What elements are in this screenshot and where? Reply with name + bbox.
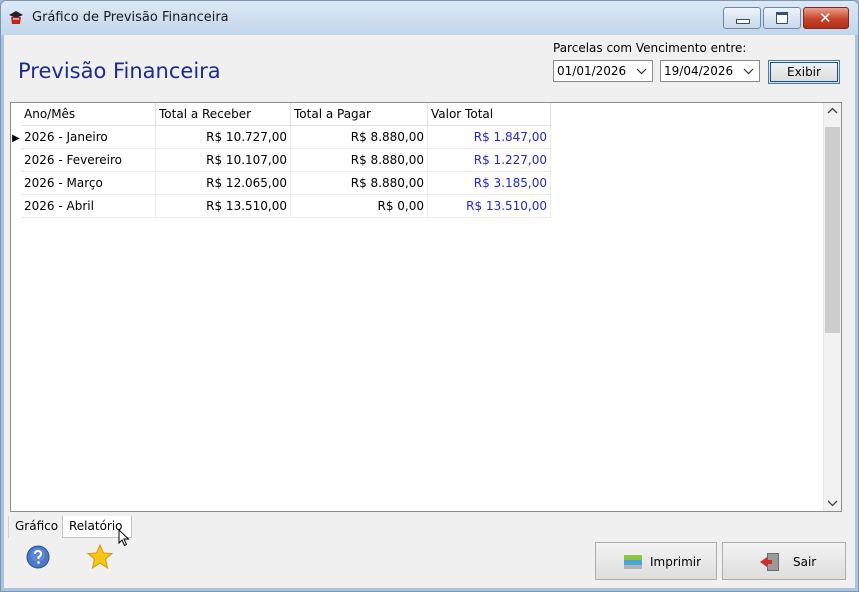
maximize-icon	[776, 12, 788, 24]
title-bar[interactable]: Gráfico de Previsão Financeira ✕	[1, 1, 858, 35]
column-header-total-pagar[interactable]: Total a Pagar	[290, 103, 428, 126]
chevron-down-icon[interactable]	[636, 63, 647, 82]
cell-total-receber[interactable]: R$ 10.107,00	[155, 148, 291, 172]
scrollbar-thumb[interactable]	[825, 127, 840, 333]
vertical-scrollbar[interactable]	[823, 103, 841, 511]
column-header-ano-mes[interactable]: Ano/Mês	[21, 103, 156, 126]
table-row[interactable]: 2026 - Fevereiro R$ 10.107,00 R$ 8.880,0…	[11, 148, 551, 172]
forecast-table: Ano/Mês Total a Receber Total a Pagar Va…	[11, 103, 551, 218]
table-row[interactable]: ▶ 2026 - Janeiro R$ 10.727,00 R$ 8.880,0…	[11, 125, 551, 149]
cell-total-pagar[interactable]: R$ 8.880,00	[290, 148, 428, 172]
cell-ano-mes[interactable]: 2026 - Fevereiro	[21, 148, 156, 172]
main-window: Gráfico de Previsão Financeira ✕ Previsã…	[0, 0, 859, 592]
column-header-valor-total[interactable]: Valor Total	[427, 103, 551, 126]
maximize-button[interactable]	[763, 7, 801, 29]
row-indicator	[11, 195, 21, 218]
table-header-row: Ano/Mês Total a Receber Total a Pagar Va…	[11, 103, 551, 126]
date-to-value: 19/04/2026	[664, 64, 734, 78]
cell-ano-mes[interactable]: 2026 - Janeiro	[21, 125, 156, 149]
column-header-total-receber[interactable]: Total a Receber	[155, 103, 291, 126]
print-button[interactable]: Imprimir	[595, 542, 717, 580]
printer-icon	[624, 555, 642, 569]
cell-valor-total[interactable]: R$ 1.227,00	[427, 148, 551, 172]
row-indicator	[11, 149, 21, 172]
cell-ano-mes[interactable]: 2026 - Abril	[21, 194, 156, 218]
row-indicator-header	[11, 103, 21, 126]
close-button[interactable]: ✕	[803, 7, 849, 29]
cell-total-receber[interactable]: R$ 10.727,00	[155, 125, 291, 149]
cell-total-pagar[interactable]: R$ 8.880,00	[290, 171, 428, 195]
mouse-pointer-icon	[118, 529, 130, 547]
forecast-grid[interactable]: Ano/Mês Total a Receber Total a Pagar Va…	[10, 102, 842, 512]
row-pointer-icon: ▶	[12, 133, 20, 144]
cell-total-pagar[interactable]: R$ 8.880,00	[290, 125, 428, 149]
exit-button[interactable]: Sair	[722, 542, 846, 580]
cell-valor-total[interactable]: R$ 3.185,00	[427, 171, 551, 195]
cell-ano-mes[interactable]: 2026 - Março	[21, 171, 156, 195]
date-from-value: 01/01/2026	[557, 64, 627, 78]
scroll-down-icon[interactable]	[824, 494, 841, 511]
scroll-up-icon[interactable]	[824, 103, 841, 120]
table-row[interactable]: 2026 - Abril R$ 13.510,00 R$ 0,00 R$ 13.…	[11, 194, 551, 218]
window-title: Gráfico de Previsão Financeira	[32, 10, 229, 25]
date-from-picker[interactable]: 01/01/2026	[553, 60, 653, 82]
close-icon: ✕	[819, 9, 832, 27]
cell-valor-total[interactable]: R$ 1.847,00	[427, 125, 551, 149]
minimize-icon	[736, 19, 750, 24]
exit-button-label: Sair	[793, 555, 817, 569]
chevron-down-icon[interactable]	[743, 63, 754, 82]
cell-total-pagar[interactable]: R$ 0,00	[290, 194, 428, 218]
show-button[interactable]: Exibir	[768, 60, 840, 84]
print-button-label: Imprimir	[650, 555, 702, 569]
date-to-picker[interactable]: 19/04/2026	[660, 60, 760, 82]
help-icon[interactable]	[26, 545, 50, 569]
cell-total-receber[interactable]: R$ 12.065,00	[155, 171, 291, 195]
minimize-button[interactable]	[723, 7, 761, 29]
exit-icon	[760, 553, 779, 571]
date-range-label: Parcelas com Vencimento entre:	[553, 41, 747, 55]
cell-valor-total[interactable]: R$ 13.510,00	[427, 194, 551, 218]
tab-grafico[interactable]: Gráfico	[8, 516, 62, 538]
app-icon	[9, 11, 23, 24]
client-area: Previsão Financeira Parcelas com Vencime…	[4, 35, 855, 588]
row-indicator: ▶	[11, 126, 21, 149]
row-indicator	[11, 172, 21, 195]
cell-total-receber[interactable]: R$ 13.510,00	[155, 194, 291, 218]
star-icon[interactable]	[86, 543, 114, 571]
page-title: Previsão Financeira	[18, 59, 221, 83]
table-row[interactable]: 2026 - Março R$ 12.065,00 R$ 8.880,00 R$…	[11, 171, 551, 195]
